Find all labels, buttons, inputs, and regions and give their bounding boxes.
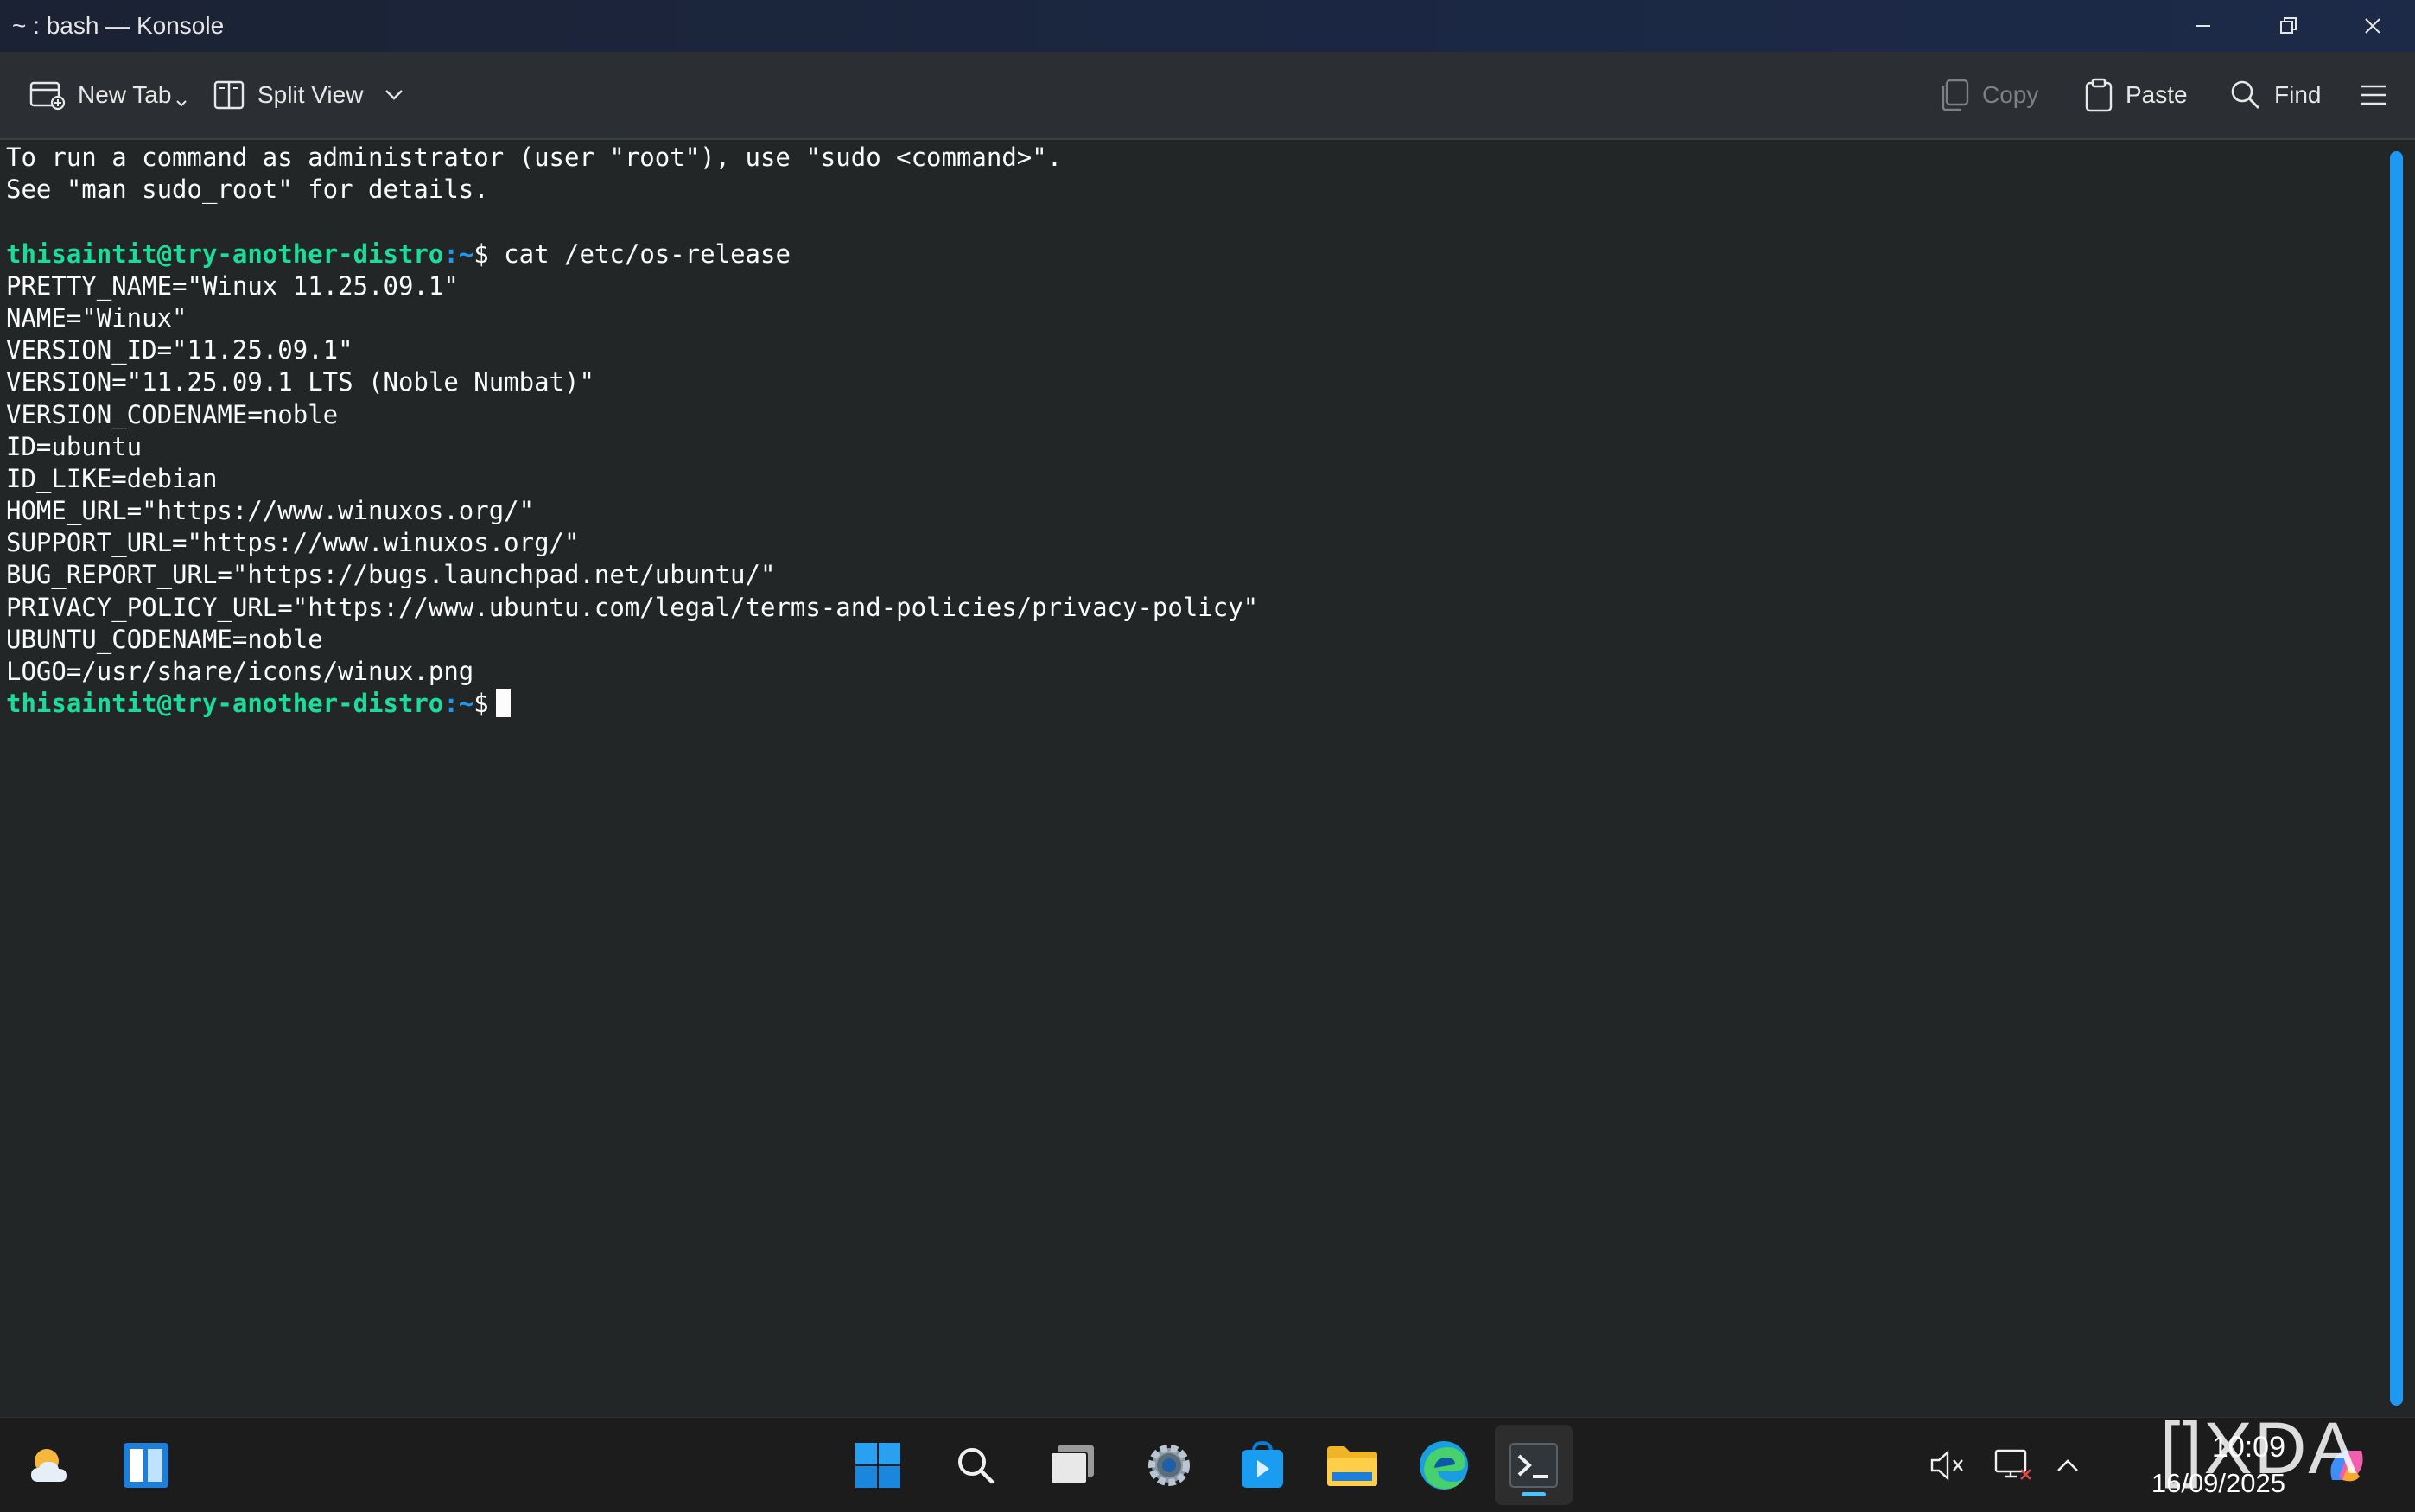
window-title: ~ : bash — Konsole xyxy=(12,12,225,39)
widgets-icon xyxy=(124,1442,168,1488)
find-label: Find xyxy=(2274,81,2322,108)
minimize-button[interactable] xyxy=(2161,0,2246,52)
copy-icon xyxy=(1942,79,1969,111)
terminal-view[interactable]: To run a command as administrator (user … xyxy=(0,140,2385,1417)
minimize-icon xyxy=(2196,25,2210,27)
copy-label: Copy xyxy=(1982,81,2039,108)
prompt-user: thisaintit@try-another-distro xyxy=(6,238,444,269)
output-line: PRETTY_NAME="Winux 11.25.09.1" xyxy=(6,270,459,301)
store-icon xyxy=(1242,1440,1283,1488)
prompt-symbol: $ xyxy=(473,689,489,719)
new-tab-label: New Tab xyxy=(78,81,172,108)
terminal-output: To run a command as administrator (user … xyxy=(6,142,1258,720)
output-line: VERSION_ID="11.25.09.1" xyxy=(6,335,353,365)
paste-icon xyxy=(2085,78,2113,112)
output-line: VERSION_CODENAME=noble xyxy=(6,399,339,429)
konsole-taskbar-app[interactable] xyxy=(1495,1425,1573,1505)
split-view-button[interactable]: Split View xyxy=(213,52,363,138)
close-button[interactable] xyxy=(2330,0,2415,52)
output-line: To run a command as administrator (user … xyxy=(6,143,1063,172)
store-app[interactable] xyxy=(1230,1418,1294,1512)
weather-widget[interactable] xyxy=(21,1418,81,1512)
copy-button[interactable]: Copy xyxy=(1939,52,2038,138)
terminal-icon xyxy=(1509,1442,1558,1488)
chevron-down-icon xyxy=(385,90,403,100)
edge-browser-app[interactable] xyxy=(1412,1418,1476,1512)
restore-button[interactable] xyxy=(2246,0,2330,52)
new-tab-dropdown-icon xyxy=(176,100,187,107)
xda-watermark: []XDA xyxy=(2160,1407,2359,1489)
network-button[interactable] xyxy=(1987,1418,2039,1512)
konsole-window: ~ : bash — Konsole New Tab Split View Co… xyxy=(0,0,2415,1512)
output-line: SUPPORT_URL="https://www.winuxos.org/" xyxy=(6,528,580,558)
split-view-icon xyxy=(213,80,245,110)
edge-icon xyxy=(1420,1440,1468,1490)
search-icon xyxy=(958,1447,995,1483)
new-tab-button[interactable]: New Tab xyxy=(29,52,188,138)
gear-icon xyxy=(1148,1444,1190,1486)
output-line: PRIVACY_POLICY_URL="https://www.ubuntu.c… xyxy=(6,592,1259,622)
output-line: ID_LIKE=debian xyxy=(6,463,218,493)
active-app-indicator xyxy=(1522,1492,1546,1496)
close-icon xyxy=(2365,18,2380,34)
prompt-path: :~ xyxy=(443,689,474,719)
show-hidden-icons-button[interactable] xyxy=(2046,1418,2089,1512)
output-line: UBUNTU_CODENAME=noble xyxy=(6,624,323,654)
file-explorer-app[interactable] xyxy=(1320,1418,1384,1512)
split-view-dropdown-button[interactable] xyxy=(382,52,418,138)
output-line: VERSION="11.25.09.1 LTS (Noble Numbat)" xyxy=(6,367,594,397)
task-view-icon xyxy=(1050,1445,1094,1484)
output-line: HOME_URL="https://www.winuxos.org/" xyxy=(6,496,535,526)
current-prompt-line: thisaintit@try-another-distro:~$ xyxy=(6,688,1258,720)
volume-button[interactable] xyxy=(1922,1418,1973,1512)
network-disconnected-icon xyxy=(1994,1449,2031,1480)
window-controls xyxy=(2161,0,2415,52)
find-button[interactable]: Find xyxy=(2229,52,2321,138)
settings-app[interactable] xyxy=(1137,1418,1201,1512)
split-view-label: Split View xyxy=(257,81,364,108)
paste-label: Paste xyxy=(2126,81,2188,108)
toolbar: New Tab Split View Copy Paste Find xyxy=(0,52,2415,140)
widgets-button[interactable] xyxy=(116,1418,176,1512)
title-bar[interactable]: ~ : bash — Konsole xyxy=(0,0,2415,52)
hamburger-menu-button[interactable] xyxy=(2359,52,2400,138)
hamburger-menu-icon xyxy=(2361,85,2386,105)
output-line: See "man sudo_root" for details. xyxy=(6,175,489,205)
prompt-symbol: $ xyxy=(473,238,489,269)
output-line: LOGO=/usr/share/icons/winux.png xyxy=(6,657,474,686)
command-line: thisaintit@try-another-distro:~$ cat /et… xyxy=(6,238,1258,270)
taskbar-search-button[interactable] xyxy=(944,1418,1007,1512)
task-view-button[interactable] xyxy=(1040,1418,1104,1512)
speaker-muted-icon xyxy=(1930,1449,1963,1481)
output-line: BUG_REPORT_URL="https://bugs.launchpad.n… xyxy=(6,560,776,590)
weather-icon xyxy=(31,1448,67,1482)
output-line: ID=ubuntu xyxy=(6,431,143,461)
command-text: cat /etc/os-release xyxy=(488,238,791,269)
scrollbar-thumb[interactable] xyxy=(2390,151,2403,1406)
windows-logo-icon xyxy=(855,1442,900,1488)
restore-icon xyxy=(2280,17,2297,34)
prompt-user: thisaintit@try-another-distro xyxy=(6,689,444,719)
start-button[interactable] xyxy=(846,1418,910,1512)
chevron-up-icon xyxy=(2057,1458,2078,1471)
output-line: NAME="Winux" xyxy=(6,302,187,333)
folder-icon xyxy=(1327,1445,1377,1486)
prompt-path: :~ xyxy=(443,238,474,269)
terminal-cursor xyxy=(495,689,511,718)
taskbar: 10:09 16/09/2025 xyxy=(0,1417,2415,1512)
new-tab-icon xyxy=(29,81,66,111)
search-icon xyxy=(2231,80,2259,109)
paste-button[interactable]: Paste xyxy=(2084,52,2188,138)
